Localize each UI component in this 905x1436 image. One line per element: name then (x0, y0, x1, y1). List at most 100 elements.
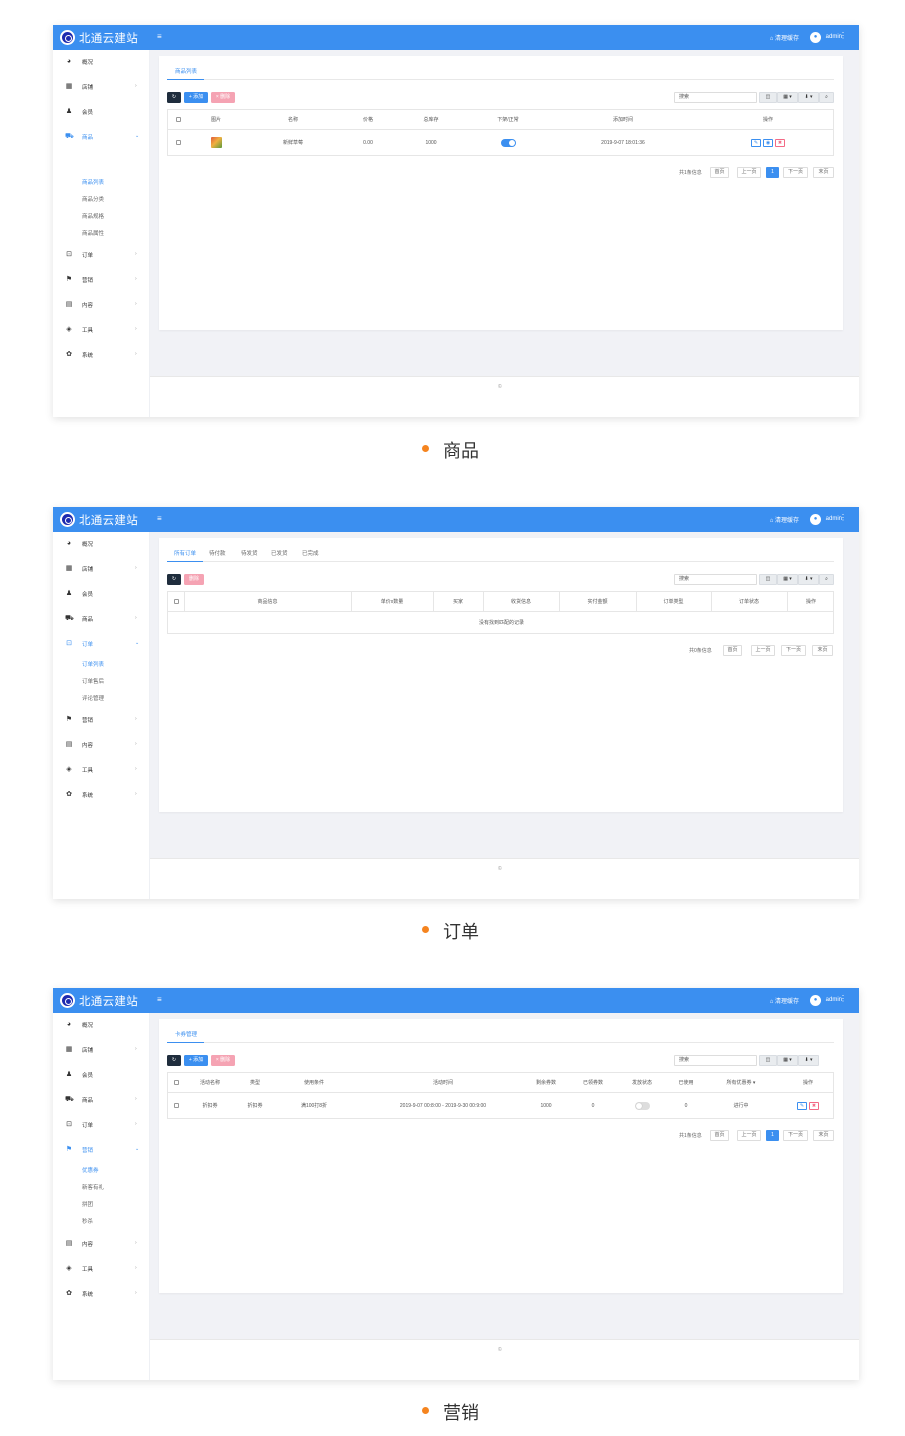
add-button[interactable]: + 添加 (184, 92, 208, 103)
page-prev-button[interactable]: 上一页 (751, 645, 775, 656)
edit-icon[interactable]: ✎ (751, 138, 761, 147)
columns-toggle-button[interactable]: ◫ (759, 92, 777, 103)
page-last-button[interactable]: 末页 (812, 645, 833, 656)
more-icon[interactable]: ⋮ (839, 513, 847, 522)
sidebar-item-products[interactable]: ⛟ 商品 › (53, 613, 150, 625)
sidebar-item-marketing[interactable]: ⚑ 营销 › (53, 274, 150, 286)
sub-item-after-sales[interactable]: 订单售后 (82, 677, 104, 685)
search-input[interactable]: 搜索 (674, 92, 757, 103)
sub-item-order-list[interactable]: 订单列表 (82, 660, 104, 668)
advanced-search-button[interactable]: ⌕ (819, 92, 834, 103)
refresh-button[interactable]: ↻ (167, 1055, 181, 1066)
clear-cache-button[interactable]: ⌂ 清理缓存 (770, 515, 799, 524)
view-toggle-button[interactable]: ▦ ▾ (777, 92, 798, 103)
refresh-button[interactable]: ↻ (167, 574, 181, 585)
sidebar-item-products[interactable]: ⛟ 商品 ⌄ (53, 131, 150, 143)
col-used[interactable]: 已使用 (666, 1073, 706, 1092)
sub-item-reviews[interactable]: 评论管理 (82, 694, 104, 702)
sidebar-item-overview[interactable]: ◕ 概况 (53, 1019, 150, 1031)
page-next-button[interactable]: 下一页 (783, 1130, 808, 1141)
avatar[interactable]: ● (810, 995, 821, 1006)
page-prev-button[interactable]: 上一页 (737, 167, 761, 178)
delete-button[interactable]: × 删除 (211, 1055, 235, 1066)
delete-button[interactable]: × 删除 (211, 92, 235, 103)
add-button[interactable]: + 添加 (184, 1055, 208, 1066)
page-number-button[interactable]: 1 (766, 167, 779, 178)
tab-coupon-management[interactable]: 卡券管理 (175, 1030, 197, 1038)
advanced-search-button[interactable]: ⌕ (819, 574, 834, 585)
avatar[interactable]: ● (810, 514, 821, 525)
tab-completed[interactable]: 已完成 (302, 549, 319, 557)
refresh-button[interactable]: ↻ (167, 92, 181, 103)
more-icon[interactable]: ⋮ (839, 31, 847, 40)
search-input[interactable]: 搜索 (674, 574, 757, 585)
view-toggle-button[interactable]: ▦ ▾ (777, 574, 798, 585)
menu-toggle-icon[interactable]: ≡ (157, 33, 162, 41)
trash-icon[interactable]: ✖ (809, 1101, 819, 1110)
sidebar-item-store[interactable]: ▦ 店铺 › (53, 1044, 150, 1056)
page-prev-button[interactable]: 上一页 (737, 1130, 761, 1141)
col-coupon-filter[interactable]: 所有优惠券 ▾ (713, 1073, 769, 1092)
sub-item-flash-sale[interactable]: 秒杀 (82, 1217, 93, 1225)
sidebar-item-overview[interactable]: ◕ 概况 (53, 56, 150, 68)
page-last-button[interactable]: 末页 (813, 167, 834, 178)
export-button[interactable]: ⬇ ▾ (798, 574, 819, 585)
tab-product-list[interactable]: 商品列表 (175, 67, 197, 75)
page-first-button[interactable]: 首页 (723, 645, 742, 656)
sidebar-item-tools[interactable]: ◈ 工具 › (53, 324, 150, 336)
sidebar-item-system[interactable]: ✿ 系统 › (53, 349, 150, 361)
page-first-button[interactable]: 首页 (710, 1130, 729, 1141)
menu-toggle-icon[interactable]: ≡ (157, 515, 162, 523)
clear-cache-button[interactable]: ⌂ 清理缓存 (770, 996, 799, 1005)
export-button[interactable]: ⬇ ▾ (798, 1055, 819, 1066)
sidebar-item-content[interactable]: ▤ 内容 › (53, 299, 150, 311)
sub-item-product-list[interactable]: 商品列表 (82, 178, 104, 186)
sidebar-item-store[interactable]: ▦ 店铺 › (53, 563, 150, 575)
delete-button[interactable]: 删除 (184, 574, 204, 585)
select-all-checkbox[interactable] (168, 592, 184, 611)
page-next-button[interactable]: 下一页 (781, 645, 806, 656)
sidebar-item-system[interactable]: ✿ 系统 › (53, 789, 150, 801)
trash-icon[interactable]: ✖ (775, 138, 785, 147)
page-next-button[interactable]: 下一页 (783, 167, 808, 178)
tab-pending-payment[interactable]: 待付款 (209, 549, 226, 557)
status-switch[interactable] (478, 130, 538, 155)
sidebar-item-members[interactable]: ♟ 会员 (53, 1069, 150, 1081)
tab-shipped[interactable]: 已发货 (271, 549, 288, 557)
sidebar-item-content[interactable]: ▤ 内容 › (53, 739, 150, 751)
sub-item-product-category[interactable]: 商品分类 (82, 195, 104, 203)
menu-toggle-icon[interactable]: ≡ (157, 996, 162, 1004)
export-button[interactable]: ⬇ ▾ (798, 92, 819, 103)
page-number-button[interactable]: 1 (766, 1130, 779, 1141)
sidebar-item-orders[interactable]: ⊡ 订单 ⌄ (53, 638, 150, 650)
sidebar-item-products[interactable]: ⛟ 商品 › (53, 1094, 150, 1106)
columns-toggle-button[interactable]: ◫ (759, 1055, 777, 1066)
sub-item-product-spec[interactable]: 商品规格 (82, 212, 104, 220)
page-first-button[interactable]: 首页 (710, 167, 729, 178)
sub-item-group-buy[interactable]: 拼团 (82, 1200, 93, 1208)
clear-cache-button[interactable]: ⌂ 清理缓存 (770, 33, 799, 42)
sidebar-item-tools[interactable]: ◈ 工具 › (53, 1263, 150, 1275)
sub-item-coupons[interactable]: 优惠券 (82, 1166, 99, 1174)
row-checkbox[interactable] (168, 1093, 184, 1118)
select-all-checkbox[interactable] (168, 110, 188, 129)
row-checkbox[interactable] (168, 130, 188, 155)
page-last-button[interactable]: 末页 (813, 1130, 834, 1141)
sidebar-item-content[interactable]: ▤ 内容 › (53, 1238, 150, 1250)
sidebar-item-members[interactable]: ♟ 会员 (53, 588, 150, 600)
view-toggle-button[interactable]: ▦ ▾ (777, 1055, 798, 1066)
sidebar-item-marketing[interactable]: ⚑ 营销 › (53, 714, 150, 726)
avatar[interactable]: ● (810, 32, 821, 43)
more-icon[interactable]: ⋮ (839, 994, 847, 1003)
sub-item-new-customer-gift[interactable]: 新客有礼 (82, 1183, 104, 1191)
edit-icon[interactable]: ✎ (797, 1101, 807, 1110)
sidebar-item-members[interactable]: ♟ 会员 (53, 106, 150, 118)
sub-item-product-attr[interactable]: 商品属性 (82, 229, 104, 237)
issue-switch[interactable] (622, 1093, 662, 1118)
sidebar-item-tools[interactable]: ◈ 工具 › (53, 764, 150, 776)
sidebar-item-store[interactable]: ▦ 店铺 › (53, 81, 150, 93)
select-all-checkbox[interactable] (168, 1073, 184, 1092)
tab-all-orders[interactable]: 所有订单 (174, 549, 196, 557)
sidebar-item-orders[interactable]: ⊡ 订单 › (53, 1119, 150, 1131)
sidebar-item-marketing[interactable]: ⚑ 营销 ⌄ (53, 1144, 150, 1156)
